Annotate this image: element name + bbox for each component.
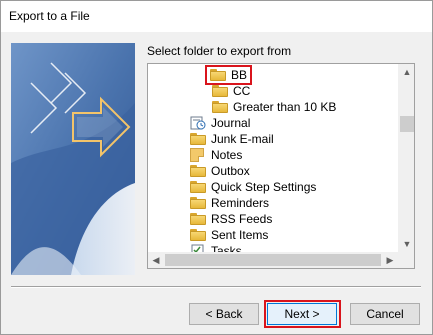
- notes-icon: [190, 148, 204, 162]
- folder-icon: [212, 101, 228, 113]
- tree-item-label: Journal: [211, 116, 251, 130]
- back-button[interactable]: < Back: [189, 303, 259, 325]
- tree-item-notes[interactable]: Notes: [190, 147, 242, 163]
- tree-item-tasks[interactable]: Tasks: [190, 243, 242, 252]
- folder-icon: [190, 197, 206, 209]
- wizard-illustration: [11, 43, 135, 275]
- tree-item-cc[interactable]: CC: [212, 83, 250, 99]
- tree-item-reminders[interactable]: Reminders: [190, 195, 269, 211]
- scrollbar-corner: [398, 252, 414, 268]
- folder-prompt: Select folder to export from: [147, 44, 292, 58]
- scroll-down-icon[interactable]: ▼: [399, 236, 414, 252]
- folder-icon: [210, 69, 226, 81]
- tree-item-label: Junk E-mail: [211, 132, 274, 146]
- tree-item-greater-than-10kb[interactable]: Greater than 10 KB: [212, 99, 336, 115]
- horizontal-scroll-thumb[interactable]: [165, 254, 381, 266]
- tree-item-bb[interactable]: BB: [204, 65, 253, 85]
- scroll-left-icon[interactable]: ◀: [148, 252, 164, 268]
- scroll-up-icon[interactable]: ▲: [399, 64, 414, 80]
- window-title: Export to a File: [9, 9, 90, 23]
- title-bar: Export to a File: [1, 1, 432, 32]
- cancel-button[interactable]: Cancel: [350, 303, 420, 325]
- folder-icon: [190, 229, 206, 241]
- tree-item-outbox[interactable]: Outbox: [190, 163, 250, 179]
- tree-item-label: Notes: [211, 148, 243, 162]
- horizontal-scrollbar[interactable]: ◀ ▶: [148, 252, 398, 268]
- tree-item-label: CC: [233, 84, 251, 98]
- folder-icon: [212, 85, 228, 97]
- journal-icon: [190, 116, 206, 130]
- vertical-scroll-thumb[interactable]: [400, 116, 414, 132]
- tree-item-label: RSS Feeds: [211, 212, 273, 226]
- scroll-right-icon[interactable]: ▶: [382, 252, 398, 268]
- folder-icon: [190, 181, 206, 193]
- tree-item-label: Greater than 10 KB: [233, 100, 337, 114]
- tree-item-label: BB: [231, 68, 248, 82]
- vertical-scrollbar[interactable]: ▲ ▼: [398, 64, 414, 252]
- folder-icon: [190, 133, 206, 145]
- button-separator: [11, 286, 421, 288]
- tree-item-label: Sent Items: [211, 228, 269, 242]
- folder-tree[interactable]: BB CC Greater than 10 KB Journal Junk E-…: [147, 63, 415, 269]
- tree-item-journal[interactable]: Journal: [190, 115, 250, 131]
- tree-item-label: Reminders: [211, 196, 270, 210]
- folder-icon: [190, 165, 206, 177]
- tree-item-label: Outbox: [211, 164, 250, 178]
- tree-item-label: Quick Step Settings: [211, 180, 317, 194]
- tree-item-label: Tasks: [211, 244, 242, 252]
- export-dialog: Export to a File Select folder to export…: [0, 0, 433, 335]
- tasks-icon: [190, 244, 206, 252]
- folder-tree-viewport: BB CC Greater than 10 KB Journal Junk E-…: [148, 64, 398, 252]
- tree-item-quick-step-settings[interactable]: Quick Step Settings: [190, 179, 316, 195]
- tree-item-rss-feeds[interactable]: RSS Feeds: [190, 211, 272, 227]
- tree-item-sent-items[interactable]: Sent Items: [190, 227, 268, 243]
- next-button-highlight: [264, 300, 341, 328]
- folder-icon: [190, 213, 206, 225]
- tree-item-junk-email[interactable]: Junk E-mail: [190, 131, 274, 147]
